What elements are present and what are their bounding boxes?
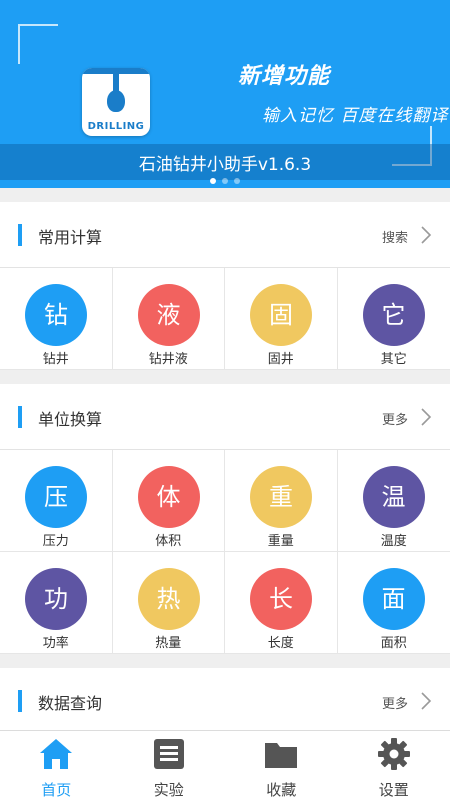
category-circle-icon: 功 xyxy=(25,568,87,630)
section-accent-bar xyxy=(18,690,22,712)
carousel-indicator xyxy=(0,178,450,184)
grid-item[interactable]: 重重量 xyxy=(225,450,338,552)
grid-item-label: 其它 xyxy=(380,352,407,367)
section-header: 数据查询 更多 xyxy=(0,668,450,734)
banner-headline: 新增功能 xyxy=(238,64,331,89)
grid-item-label: 固井 xyxy=(267,352,294,367)
grid-item[interactable]: 钻钻井 xyxy=(0,268,113,370)
tab-label: 设置 xyxy=(378,781,409,799)
category-circle-icon: 它 xyxy=(362,284,425,346)
section-data-query: 数据查询 更多 xyxy=(0,668,450,730)
folder-icon xyxy=(265,743,297,768)
unit-conversion-grid: 压压力体体积重重量温温度功功率热热量长长度面面积 xyxy=(0,450,450,654)
drill-bit-icon xyxy=(107,90,125,112)
grid-item[interactable]: 面面积 xyxy=(337,552,450,654)
banner-corner-frame xyxy=(18,24,58,64)
category-circle-icon: 面 xyxy=(362,568,425,630)
chevron-right-icon[interactable] xyxy=(420,692,432,710)
more-link[interactable]: 更多 xyxy=(382,693,408,712)
grid-item-label: 压力 xyxy=(42,534,69,549)
section-unit-conversion: 单位换算 更多 压压力体体积重重量温温度功功率热热量长长度面面积 xyxy=(0,384,450,654)
grid-item[interactable]: 它其它 xyxy=(337,268,450,370)
list-icon xyxy=(153,739,184,769)
app-title: 石油钻井小助手v1.6.3 xyxy=(138,155,312,175)
grid-item-label: 钻井 xyxy=(42,352,69,367)
category-circle-icon: 钻 xyxy=(25,284,87,346)
app-logo: DRILLING xyxy=(82,68,150,136)
tab-label: 首页 xyxy=(41,781,72,799)
section-title: 单位换算 xyxy=(38,410,103,429)
more-link[interactable]: 更多 xyxy=(382,409,408,428)
banner-subline: 输入记忆 百度在线翻译 xyxy=(262,106,449,126)
logo-text: DRILLING xyxy=(87,121,145,132)
search-link[interactable]: 搜索 xyxy=(382,227,408,246)
grid-item[interactable]: 长长度 xyxy=(225,552,338,654)
grid-item[interactable]: 体体积 xyxy=(112,450,225,552)
section-accent-bar xyxy=(18,224,22,246)
section-common-calc: 常用计算 搜索 钻钻井液钻井液固固井它其它 xyxy=(0,202,450,370)
grid-item[interactable]: 液钻井液 xyxy=(112,268,225,370)
chevron-right-icon[interactable] xyxy=(420,226,432,244)
banner-carousel[interactable]: DRILLING 新增功能 输入记忆 百度在线翻译 石油钻井小助手v1.6.3 xyxy=(0,0,450,188)
grid-item[interactable]: 温温度 xyxy=(337,450,450,552)
category-circle-icon: 固 xyxy=(250,284,312,346)
grid-item[interactable]: 固固井 xyxy=(225,268,338,370)
section-title: 数据查询 xyxy=(38,694,103,713)
grid-item[interactable]: 热热量 xyxy=(112,552,225,654)
tab-home[interactable]: 首页 xyxy=(0,731,113,800)
tab-favorites[interactable]: 收藏 xyxy=(225,731,338,800)
carousel-dot[interactable] xyxy=(222,178,228,184)
category-circle-icon: 热 xyxy=(137,568,200,630)
tab-label: 实验 xyxy=(153,781,184,799)
grid-item-label: 面积 xyxy=(380,636,407,651)
grid-item-label: 长度 xyxy=(267,636,294,651)
bottom-tab-bar: 首页 实验 收藏 设置 xyxy=(0,730,450,800)
category-circle-icon: 体 xyxy=(137,466,200,528)
tab-experiment[interactable]: 实验 xyxy=(113,731,226,800)
tab-label: 收藏 xyxy=(266,781,297,799)
tab-settings[interactable]: 设置 xyxy=(338,731,450,800)
chevron-right-icon[interactable] xyxy=(420,408,432,426)
common-calc-grid: 钻钻井液钻井液固固井它其它 xyxy=(0,268,450,370)
grid-item-label: 功率 xyxy=(42,636,69,651)
home-icon xyxy=(40,739,72,769)
carousel-dot[interactable] xyxy=(210,178,216,184)
grid-item-label: 钻井液 xyxy=(148,352,188,367)
section-header: 常用计算 搜索 xyxy=(0,202,450,268)
grid-item[interactable]: 功功率 xyxy=(0,552,113,654)
category-circle-icon: 重 xyxy=(250,466,312,528)
carousel-dot[interactable] xyxy=(234,178,240,184)
category-circle-icon: 液 xyxy=(137,284,200,346)
category-circle-icon: 温 xyxy=(362,466,425,528)
grid-item-label: 重量 xyxy=(267,534,294,549)
category-circle-icon: 长 xyxy=(250,568,312,630)
section-accent-bar xyxy=(18,406,22,428)
grid-item-label: 热量 xyxy=(155,636,182,651)
grid-item[interactable]: 压压力 xyxy=(0,450,113,552)
grid-item-label: 温度 xyxy=(380,534,407,549)
section-title: 常用计算 xyxy=(38,228,103,247)
section-header: 单位换算 更多 xyxy=(0,384,450,450)
category-circle-icon: 压 xyxy=(25,466,87,528)
gear-icon xyxy=(377,738,410,770)
grid-item-label: 体积 xyxy=(155,534,182,549)
